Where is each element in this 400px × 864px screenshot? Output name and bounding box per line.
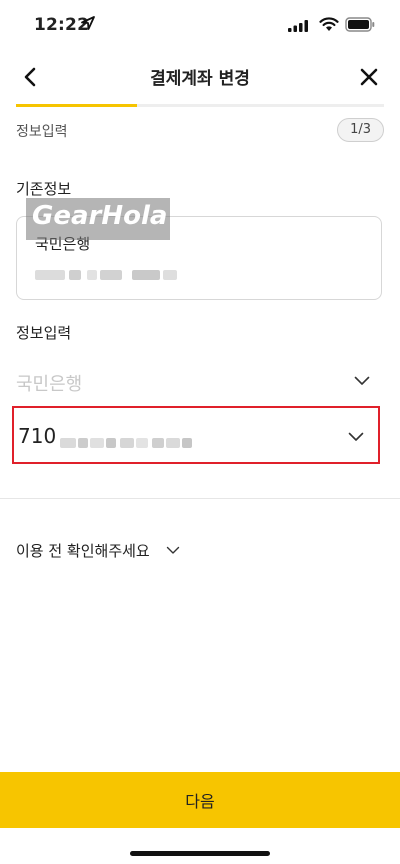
step-row: 정보입력 1/3 [16,118,384,144]
bank-select-placeholder: 국민은행 [16,374,83,395]
close-icon[interactable] [358,66,380,88]
location-arrow-icon [81,16,95,30]
existing-account-masked [35,265,177,284]
battery-icon [345,17,375,32]
watermark-logo: GearHola [26,198,170,240]
chevron-down-icon [166,546,180,554]
page-title: 결제계좌 변경 [150,69,250,89]
step-label: 정보입력 [16,124,68,140]
chevron-down-icon [348,432,364,441]
chevron-down-icon [354,376,370,385]
account-number-field[interactable]: 710 [12,406,380,464]
bank-select[interactable]: 국민은행 [16,362,384,402]
progress-fill [16,104,138,107]
wifi-icon [319,17,339,31]
status-bar: 12:22 [0,0,400,52]
cellular-signal-icon [288,20,308,32]
section-divider [0,498,400,499]
step-progress-bar [16,104,384,107]
nav-header: 결제계좌 변경 [0,52,400,102]
step-count-badge: 1/3 [337,118,384,142]
notice-expander[interactable]: 이용 전 확인해주세요 [16,540,180,564]
account-number-masked [60,433,192,452]
next-button[interactable]: 다음 [0,772,400,828]
account-number-prefix: 710 [18,424,57,448]
home-indicator [130,851,270,856]
existing-info-title: 기존정보 [16,180,72,198]
watermark-text: GearHola [32,201,168,231]
input-section-title: 정보입력 [16,324,72,342]
notice-label: 이용 전 확인해주세요 [16,542,150,560]
